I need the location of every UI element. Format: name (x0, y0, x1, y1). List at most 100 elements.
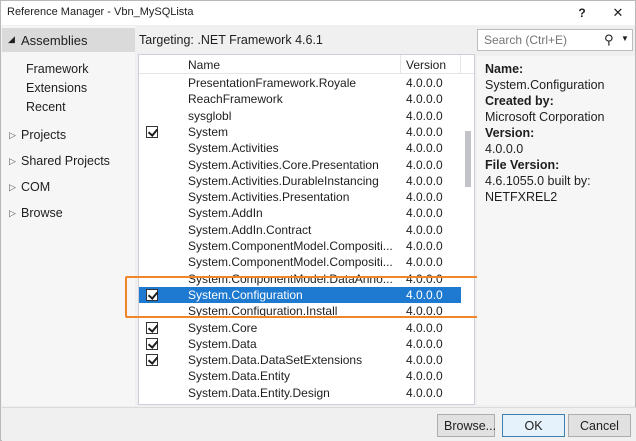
assembly-name: System.Data (188, 336, 257, 351)
table-row[interactable]: System.AddIn 4.0.0.0 (139, 205, 461, 221)
collapsed-arrow-icon: ▷ (9, 182, 16, 192)
assembly-name: System.ComponentModel.DataAnno... (188, 271, 393, 286)
assembly-version: 4.0.0.0 (406, 287, 443, 302)
detail-file-version-value: 4.6.1055.0 built by: (485, 174, 591, 188)
assembly-version: 4.0.0.0 (406, 141, 443, 156)
table-row[interactable]: System.ComponentModel.Compositi... 4.0.0.… (139, 238, 461, 254)
assembly-version: 4.0.0.0 (406, 92, 443, 107)
collapsed-arrow-icon: ▷ (9, 156, 16, 166)
table-row[interactable]: System.Data 4.0.0.0 (139, 336, 461, 352)
column-divider[interactable] (460, 55, 461, 74)
detail-name-label: Name: (485, 62, 524, 76)
assembly-name: System.Activities (188, 141, 279, 156)
assembly-name: System.AddIn (188, 206, 263, 221)
assembly-version: 4.0.0.0 (406, 271, 443, 286)
targeting-label: Targeting: .NET Framework 4.6.1 (139, 33, 323, 47)
table-row[interactable]: System.Data.DataSetExtensions 4.0.0.0 (139, 352, 461, 368)
nav-extensions[interactable]: Extensions (26, 81, 87, 95)
cancel-button[interactable]: Cancel (568, 414, 631, 437)
assembly-version: 4.0.0.0 (406, 369, 443, 384)
assembly-version: 4.0.0.0 (406, 304, 443, 319)
assembly-name: System (188, 124, 229, 139)
help-button[interactable]: ? (569, 3, 595, 23)
table-row[interactable]: System.ComponentModel.Compositi... 4.0.0.… (139, 254, 461, 270)
table-row[interactable]: sysglobl 4.0.0.0 (139, 108, 461, 124)
table-row[interactable]: System.ComponentModel.DataAnno... 4.0.0.0 (139, 271, 461, 287)
nav-assemblies-label: Assemblies (21, 33, 88, 48)
nav-browse[interactable]: ▷ Browse (2, 204, 135, 226)
assembly-name: System.Data.Entity.Design (188, 385, 330, 400)
assembly-name: System.Configuration (188, 287, 303, 302)
scrollbar-thumb[interactable] (465, 131, 471, 187)
search-box[interactable]: ⚲ ▼ (477, 29, 633, 51)
assembly-version: 4.0.0.0 (406, 206, 443, 221)
collapsed-arrow-icon: ▷ (9, 130, 16, 140)
table-row[interactable]: System.Activities 4.0.0.0 (139, 140, 461, 156)
reference-checkbox[interactable] (146, 288, 158, 301)
assembly-version: 4.0.0.0 (406, 173, 443, 188)
details-pane: Name: System.Configuration Created by: M… (477, 56, 635, 405)
reference-checkbox[interactable] (146, 321, 158, 334)
assembly-version: 4.0.0.0 (406, 255, 443, 270)
window-title: Reference Manager - Vbn_MySQLista (7, 6, 194, 18)
table-row[interactable]: System.Data.Entity.Design 4.0.0.0 (139, 385, 461, 401)
table-row[interactable]: System.Core 4.0.0.0 (139, 320, 461, 336)
nav-recent[interactable]: Recent (26, 100, 66, 114)
assembly-name: System.ComponentModel.Compositi... (188, 239, 393, 253)
nav-browse-label: Browse (21, 206, 63, 220)
assembly-version: 4.0.0.0 (406, 336, 443, 351)
nav-com-label: COM (21, 180, 51, 194)
search-input[interactable] (482, 32, 600, 48)
assembly-version: 4.0.0.0 (406, 353, 443, 368)
table-row[interactable]: System.Activities.Core.Presentation 4.0.0… (139, 157, 461, 173)
detail-name-value: System.Configuration (485, 78, 605, 92)
table-row[interactable]: ReachFramework 4.0.0.0 (139, 91, 461, 107)
nav-com[interactable]: ▷ COM (2, 178, 135, 200)
ok-button[interactable]: OK (502, 414, 565, 437)
table-row[interactable]: System.Data.Entity 4.0.0.0 (139, 368, 461, 384)
assembly-list[interactable]: Name Version PresentationFramework.Royal… (138, 54, 475, 405)
assembly-name: System.Activities.Presentation (188, 190, 350, 205)
detail-version-label: Version: (485, 126, 535, 140)
table-row[interactable]: System.Activities.Presentation 4.0.0.0 (139, 189, 461, 205)
assembly-version: 4.0.0.0 (406, 190, 443, 205)
reference-checkbox[interactable] (146, 125, 158, 138)
reference-checkbox[interactable] (146, 337, 158, 350)
detail-file-version-build: NETFXREL2 (485, 190, 558, 204)
table-row[interactable]: System.Activities.DurableInstancing 4.0.0… (139, 173, 461, 189)
nav-shared-projects[interactable]: ▷ Shared Projects (2, 152, 135, 174)
vertical-scrollbar[interactable] (462, 75, 474, 404)
column-divider[interactable] (400, 55, 401, 74)
assembly-name: sysglobl (188, 108, 232, 123)
table-row[interactable]: System.Configuration.Install 4.0.0.0 (139, 303, 461, 319)
column-header-version[interactable]: Version (406, 58, 446, 72)
nav-projects[interactable]: ▷ Projects (2, 126, 135, 148)
table-row[interactable]: PresentationFramework.Royale 4.0.0.0 (139, 75, 461, 91)
nav-assemblies[interactable]: ◢ Assemblies (2, 28, 135, 52)
assembly-name: System.Activities.Core.Presentation (188, 157, 379, 172)
column-header-name[interactable]: Name (188, 58, 220, 72)
detail-created-label: Created by: (485, 94, 554, 108)
nav-framework[interactable]: Framework (26, 62, 89, 76)
close-button[interactable]: ✕ (605, 3, 631, 23)
navigation-pane: ◢ Assemblies Framework Extensions Recent… (2, 26, 135, 406)
reference-checkbox[interactable] (146, 354, 158, 367)
search-icon[interactable]: ⚲ (604, 32, 614, 48)
title-bar: Reference Manager - Vbn_MySQLista ? ✕ (1, 1, 635, 25)
assembly-version: 4.0.0.0 (406, 157, 443, 172)
chevron-down-icon[interactable]: ▼ (621, 34, 629, 43)
browse-button[interactable]: Browse... (437, 414, 496, 437)
assembly-name: System.Core (188, 320, 258, 335)
assembly-name: PresentationFramework.Royale (188, 76, 357, 90)
table-row[interactable]: System.Data.Linq 4.0.0.0 (139, 401, 461, 404)
nav-shared-projects-label: Shared Projects (21, 154, 110, 168)
assembly-version: 4.0.0.0 (406, 385, 443, 400)
collapsed-arrow-icon: ▷ (9, 208, 16, 218)
assembly-version: 4.0.0.0 (406, 124, 443, 139)
table-row[interactable]: System 4.0.0.0 (139, 124, 461, 140)
table-row[interactable]: System.Configuration 4.0.0.0 (139, 286, 461, 304)
assembly-version: 4.0.0.0 (406, 108, 443, 123)
assembly-name: System.Configuration.Install (188, 304, 338, 319)
expanded-arrow-icon: ◢ (8, 34, 15, 44)
table-row[interactable]: System.AddIn.Contract 4.0.0.0 (139, 222, 461, 238)
